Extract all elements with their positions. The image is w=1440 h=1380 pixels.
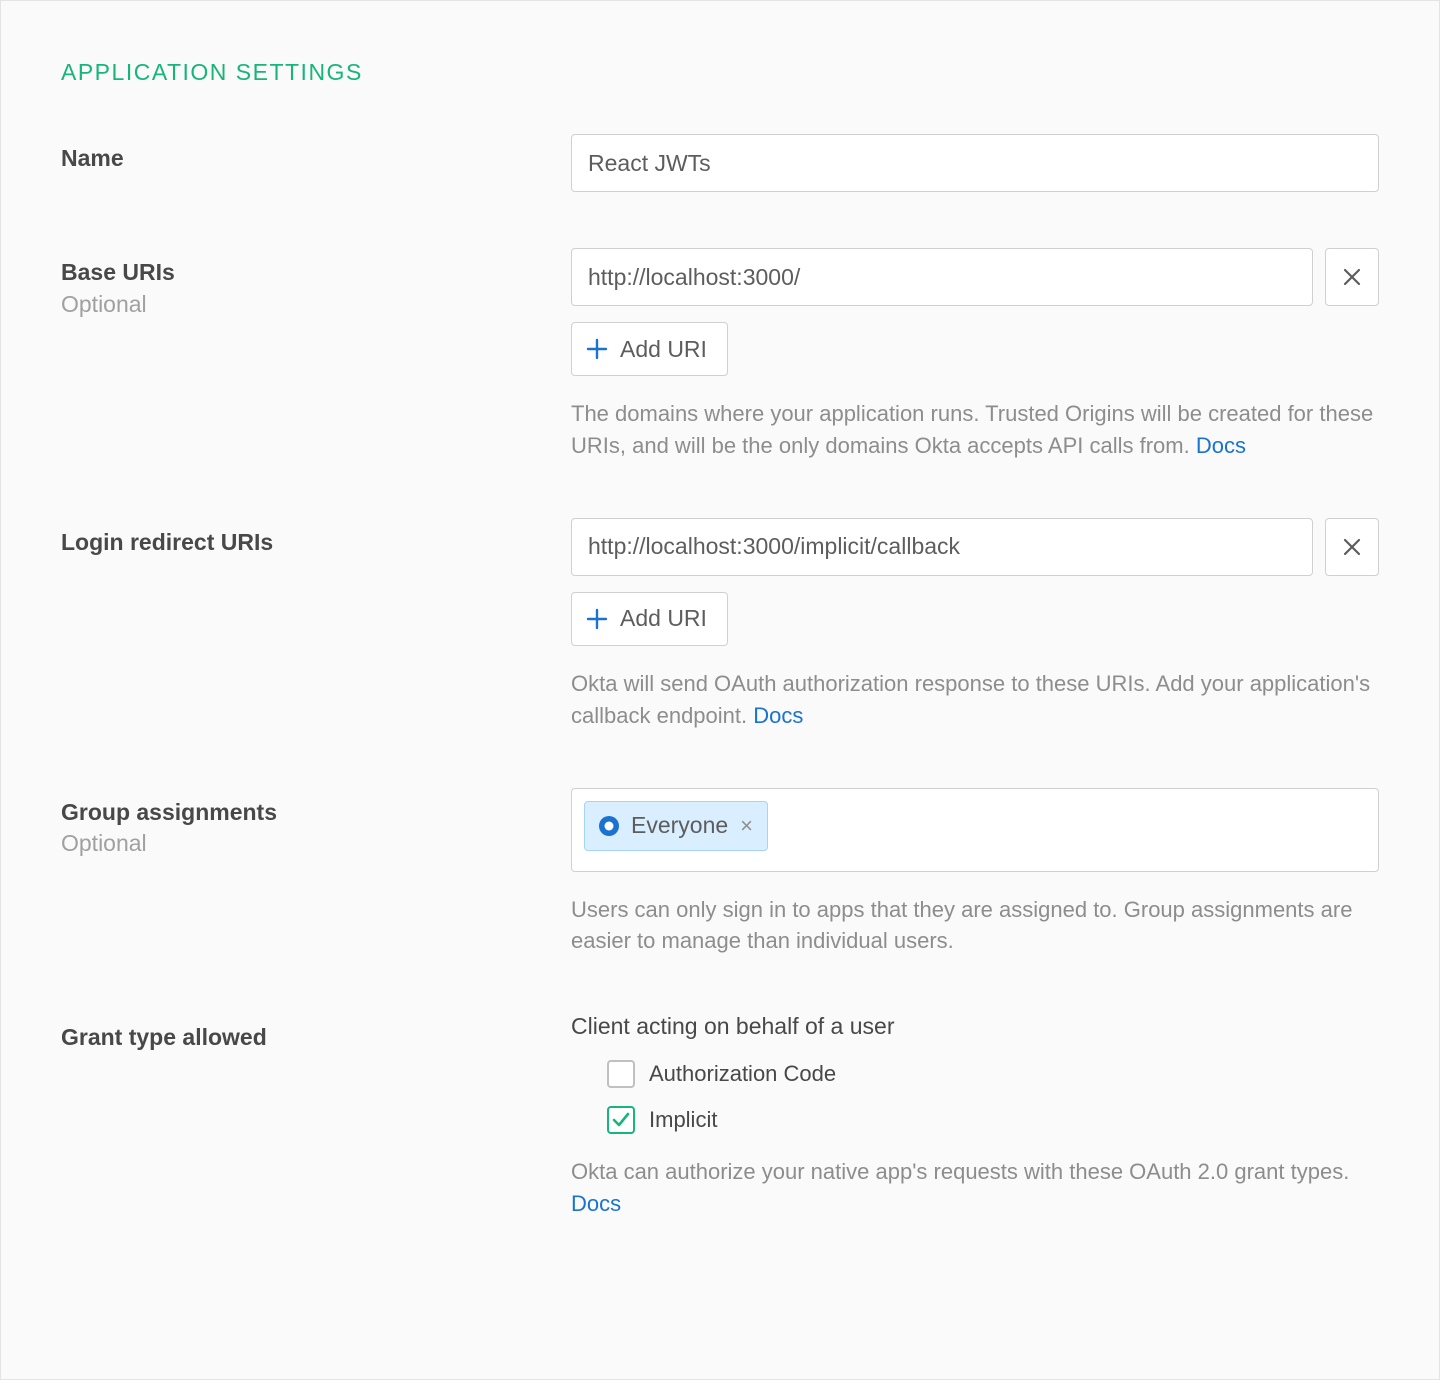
close-icon xyxy=(1342,537,1362,557)
login-redirect-label: Login redirect URIs xyxy=(61,528,571,558)
grant-authorization-code-label: Authorization Code xyxy=(649,1061,836,1087)
base-uris-help: The domains where your application runs.… xyxy=(571,398,1379,462)
group-assignments-input[interactable]: Everyone × xyxy=(571,788,1379,872)
base-uris-label: Base URIs xyxy=(61,258,571,288)
grant-authorization-code-row: Authorization Code xyxy=(607,1060,1379,1088)
base-uris-docs-link[interactable]: Docs xyxy=(1196,433,1246,458)
login-redirect-add-button[interactable]: Add URI xyxy=(571,592,728,646)
base-uris-sublabel: Optional xyxy=(61,290,571,320)
login-redirect-label-col: Login redirect URIs xyxy=(61,518,571,732)
grant-type-field-col: Client acting on behalf of a user Author… xyxy=(571,1013,1379,1220)
grant-type-label-col: Grant type allowed xyxy=(61,1013,571,1220)
group-chip-label: Everyone xyxy=(631,812,728,839)
checkmark-icon xyxy=(611,1110,631,1130)
close-icon xyxy=(1342,267,1362,287)
plus-icon xyxy=(586,608,608,630)
login-redirect-row: Login redirect URIs Add URI Okta will se… xyxy=(61,518,1379,732)
base-uri-add-button[interactable]: Add URI xyxy=(571,322,728,376)
login-redirect-remove-button[interactable] xyxy=(1325,518,1379,576)
application-settings-panel: APPLICATION SETTINGS Name Base URIs Opti… xyxy=(0,0,1440,1380)
grant-type-row: Grant type allowed Client acting on beha… xyxy=(61,1013,1379,1220)
grant-implicit-row: Implicit xyxy=(607,1106,1379,1134)
group-assignments-row: Group assignments Optional Everyone × Us… xyxy=(61,788,1379,958)
group-assignments-label: Group assignments xyxy=(61,798,571,828)
group-chip-remove[interactable]: × xyxy=(738,815,755,837)
group-assignments-field-col: Everyone × Users can only sign in to app… xyxy=(571,788,1379,958)
name-label: Name xyxy=(61,144,571,174)
group-chip: Everyone × xyxy=(584,801,768,851)
grant-implicit-label: Implicit xyxy=(649,1107,717,1133)
name-field-col xyxy=(571,134,1379,192)
group-assignments-label-col: Group assignments Optional xyxy=(61,788,571,958)
grant-type-label: Grant type allowed xyxy=(61,1023,571,1053)
login-redirect-input[interactable] xyxy=(571,518,1313,576)
base-uri-remove-button[interactable] xyxy=(1325,248,1379,306)
login-redirect-docs-link[interactable]: Docs xyxy=(753,703,803,728)
base-uris-label-col: Base URIs Optional xyxy=(61,248,571,462)
grant-type-help-text: Okta can authorize your native app's req… xyxy=(571,1159,1349,1184)
login-redirect-help: Okta will send OAuth authorization respo… xyxy=(571,668,1379,732)
close-icon: × xyxy=(740,813,753,838)
section-title: APPLICATION SETTINGS xyxy=(61,59,1379,86)
grant-type-help: Okta can authorize your native app's req… xyxy=(571,1156,1379,1220)
group-icon xyxy=(597,814,621,838)
grant-implicit-checkbox[interactable] xyxy=(607,1106,635,1134)
grant-authorization-code-checkbox[interactable] xyxy=(607,1060,635,1088)
base-uri-input[interactable] xyxy=(571,248,1313,306)
base-uris-help-text: The domains where your application runs.… xyxy=(571,401,1373,458)
login-redirect-help-text: Okta will send OAuth authorization respo… xyxy=(571,671,1370,728)
name-row: Name xyxy=(61,134,1379,192)
name-label-col: Name xyxy=(61,134,571,192)
base-uris-field-col: Add URI The domains where your applicati… xyxy=(571,248,1379,462)
grant-type-docs-link[interactable]: Docs xyxy=(571,1191,621,1216)
login-redirect-input-row xyxy=(571,518,1379,576)
group-assignments-sublabel: Optional xyxy=(61,829,571,859)
group-assignments-help: Users can only sign in to apps that they… xyxy=(571,894,1379,958)
base-uri-add-label: Add URI xyxy=(620,336,707,363)
login-redirect-field-col: Add URI Okta will send OAuth authorizati… xyxy=(571,518,1379,732)
name-input[interactable] xyxy=(571,134,1379,192)
plus-icon xyxy=(586,338,608,360)
base-uri-input-row xyxy=(571,248,1379,306)
grant-type-subtitle: Client acting on behalf of a user xyxy=(571,1013,1379,1040)
base-uris-row: Base URIs Optional Add URI The domains w… xyxy=(61,248,1379,462)
login-redirect-add-label: Add URI xyxy=(620,605,707,632)
